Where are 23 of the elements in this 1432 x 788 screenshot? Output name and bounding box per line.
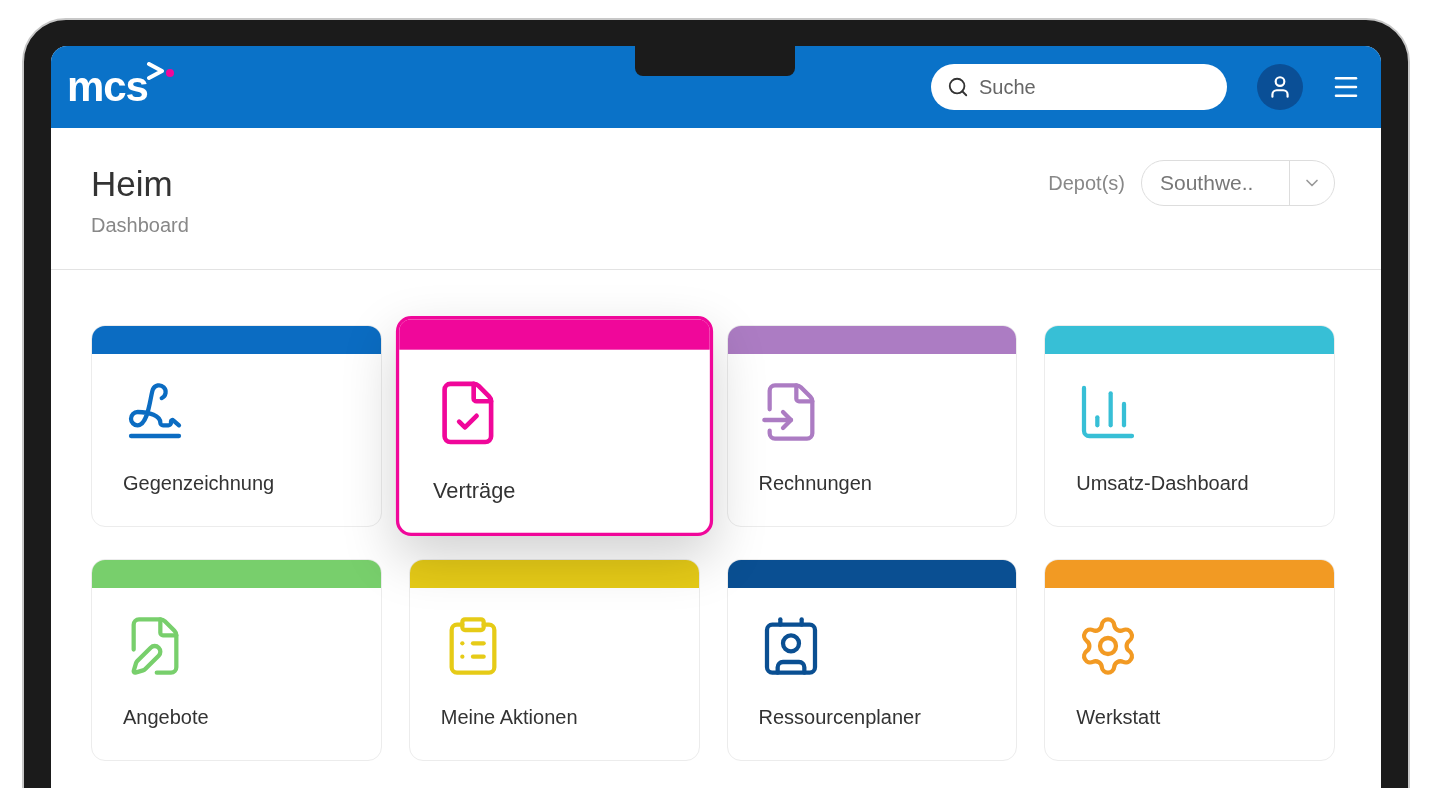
- page-title: Heim: [91, 163, 174, 205]
- tile-label: Verträge: [432, 477, 517, 505]
- dashboard-tile[interactable]: Ressourcenplaner: [726, 559, 1018, 761]
- tile-label: Ressourcenplaner: [758, 705, 922, 730]
- dashboard-tile[interactable]: Meine Aktionen: [408, 559, 700, 761]
- user-avatar-button[interactable]: [1257, 64, 1303, 110]
- dashboard-tile[interactable]: Werkstatt: [1044, 559, 1335, 761]
- tile-label: Angebote: [123, 705, 210, 730]
- logo-text: mcs: [67, 66, 148, 108]
- dashboard-tile[interactable]: Gegenzeichnung: [91, 325, 382, 527]
- tile-label: Umsatz-Dashboard: [1076, 471, 1250, 496]
- dashboard-tile[interactable]: Rechnungen: [726, 325, 1018, 527]
- dashboard-tile[interactable]: Verträge: [395, 315, 713, 537]
- tile-label: Werkstatt: [1076, 705, 1162, 730]
- search-field[interactable]: Suche: [931, 64, 1227, 110]
- dashboard-tile[interactable]: Umsatz-Dashboard: [1044, 325, 1335, 527]
- tile-label: Gegenzeichnung: [123, 471, 276, 496]
- depot-label: Depot(s): [1048, 171, 1125, 196]
- page-subtitle: Dashboard: [91, 212, 189, 238]
- search-icon: [947, 76, 969, 98]
- tile-label: Rechnungen: [758, 471, 873, 496]
- dashboard-tile[interactable]: Angebote: [91, 559, 382, 761]
- tile-label: Meine Aktionen: [440, 705, 579, 730]
